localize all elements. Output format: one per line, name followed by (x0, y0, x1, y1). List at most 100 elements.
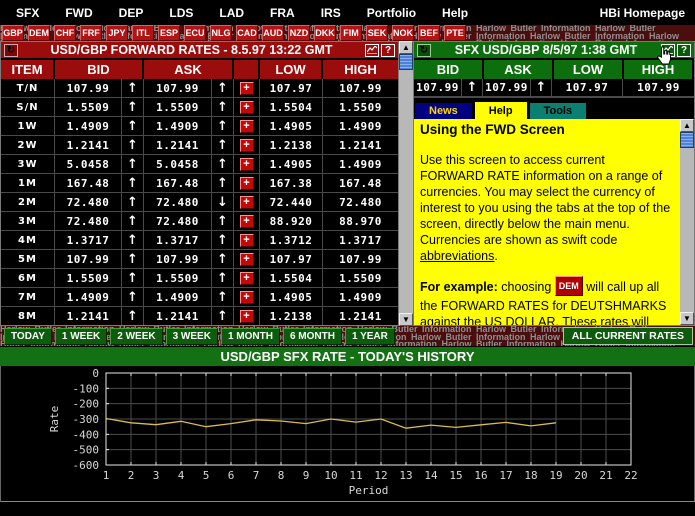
col-ask: ASK (144, 60, 234, 79)
currency-tab-dkk[interactable]: DKK (314, 25, 336, 41)
expand-plus-button[interactable]: + (240, 82, 254, 95)
scrollbar-thumb[interactable] (680, 132, 694, 148)
currency-tab-ecu[interactable]: ECU (184, 25, 206, 41)
abbreviations-link[interactable]: abbreviations (420, 249, 494, 263)
table-row-3w: 3W5.0458↑5.0458↑+1.49051.4909 (1, 155, 398, 174)
currency-tab-frf[interactable]: FRF (80, 25, 102, 41)
currency-tab-nlg[interactable]: NLG (210, 25, 232, 41)
scroll-down-icon[interactable]: ▼ (680, 312, 694, 325)
expand-plus-button[interactable]: + (240, 253, 254, 266)
ask-value: 1.3717 (144, 231, 212, 250)
bid-direction-icon: ↑ (122, 136, 144, 155)
period-button-6-month[interactable]: 6 MONTH (283, 328, 342, 345)
currency-tab-gbp[interactable]: GBP (2, 25, 24, 41)
currency-tab-nok[interactable]: NOK (392, 25, 414, 41)
high-value: 1.4909 (323, 117, 398, 136)
currency-tab-chf[interactable]: CHF (54, 25, 76, 41)
high-value: 1.5509 (323, 269, 398, 288)
hbi-homepage-link[interactable]: HBi Homepage (600, 6, 685, 20)
table-row-6m: 6M1.5509↑1.5509↑+1.55041.5509 (1, 269, 398, 288)
refresh-icon[interactable]: ↻ (417, 44, 431, 57)
expand-plus-button[interactable]: + (240, 177, 254, 190)
scroll-down-icon[interactable]: ▼ (399, 313, 413, 326)
low-value: 107.97 (260, 79, 323, 98)
forward-rates-scrollbar[interactable]: ▲ ▼ (399, 41, 413, 326)
tab-tools[interactable]: Tools (530, 103, 587, 119)
high-value: 107.99 (623, 79, 694, 97)
currency-tab-nzd[interactable]: NZD (288, 25, 310, 41)
menu-item-lad[interactable]: LAD (219, 6, 244, 20)
currency-tab-pte[interactable]: PTE (444, 25, 466, 41)
ask-value: 1.5509 (144, 269, 212, 288)
currency-tab-itl[interactable]: ITL (132, 25, 154, 41)
tab-news[interactable]: News (415, 103, 472, 119)
currency-tab-dem[interactable]: DEM (28, 25, 50, 41)
expand-cell: + (234, 250, 260, 269)
high-value: 1.5509 (323, 98, 398, 117)
currency-tab-jpy[interactable]: JPY (106, 25, 128, 41)
period-button-today[interactable]: TODAY (4, 328, 52, 345)
svg-text:22: 22 (624, 469, 637, 482)
expand-plus-button[interactable]: + (240, 272, 254, 285)
forward-rates-title-bar: ↻ USD/GBP FORWARD RATES - 8.5.97 13:22 G… (1, 42, 398, 60)
currency-tab-cad[interactable]: CAD (236, 25, 258, 41)
menu-item-sfx[interactable]: SFX (16, 6, 39, 20)
menu-item-lds[interactable]: LDS (169, 6, 193, 20)
chart-icon[interactable] (661, 44, 675, 57)
svg-text:8: 8 (278, 469, 285, 482)
expand-plus-button[interactable]: + (240, 158, 254, 171)
scrollbar-track[interactable] (399, 70, 413, 313)
item-cell: 1W (1, 117, 55, 136)
currency-tab-fim[interactable]: FIM (340, 25, 362, 41)
svg-text:11: 11 (349, 469, 362, 482)
period-button-1-year[interactable]: 1 YEAR (345, 328, 395, 345)
currency-tab-bef[interactable]: BEF (418, 25, 440, 41)
period-button-2-week[interactable]: 2 WEEK (110, 328, 162, 345)
menu-item-dep[interactable]: DEP (119, 6, 144, 20)
expand-plus-button[interactable]: + (240, 291, 254, 304)
expand-plus-button[interactable]: + (240, 234, 254, 247)
tab-help[interactable]: Help (475, 102, 527, 119)
period-button-1-week[interactable]: 1 WEEK (55, 328, 107, 345)
expand-plus-button[interactable]: + (240, 215, 254, 228)
chart-canvas: 0-100-200-300-400-500-600123456789101112… (1, 366, 694, 500)
help-paragraph-1: Use this screen to access current FORWAR… (420, 152, 672, 264)
ask-direction-icon: ↑ (212, 79, 234, 98)
help-scrollbar[interactable]: ▲ ▼ (680, 119, 694, 325)
help-icon[interactable]: ? (381, 44, 395, 57)
refresh-icon[interactable]: ↻ (4, 44, 18, 57)
scroll-up-icon[interactable]: ▲ (680, 119, 694, 132)
currency-tab-esp[interactable]: ESP (158, 25, 180, 41)
currency-tab-aud[interactable]: AUD (262, 25, 284, 41)
expand-plus-button[interactable]: + (240, 310, 254, 323)
menu-item-portfolio[interactable]: Portfolio (367, 6, 416, 20)
bid-direction-icon: ↑ (122, 98, 144, 117)
menu-item-help[interactable]: Help (442, 6, 468, 20)
menu-item-fra[interactable]: FRA (270, 6, 295, 20)
currency-tab-sek[interactable]: SEK (366, 25, 388, 41)
ask-value: 72.480 (144, 212, 212, 231)
chart-icon[interactable] (365, 44, 379, 57)
menu-item-irs[interactable]: IRS (321, 6, 341, 20)
low-value: 1.5504 (260, 269, 323, 288)
scroll-up-icon[interactable]: ▲ (399, 41, 413, 54)
forward-rates-title: USD/GBP FORWARD RATES - 8.5.97 13:22 GMT (19, 43, 364, 57)
high-value: 1.3717 (323, 231, 398, 250)
expand-plus-button[interactable]: + (240, 101, 254, 114)
all-current-rates-button[interactable]: ALL CURRENT RATES (563, 327, 693, 345)
expand-plus-button[interactable]: + (240, 120, 254, 133)
help-icon[interactable]: ? (677, 44, 691, 57)
svg-text:9: 9 (303, 469, 310, 482)
low-value: 167.38 (260, 174, 323, 193)
svg-text:20: 20 (574, 469, 587, 482)
period-button-3-week[interactable]: 3 WEEK (166, 328, 218, 345)
ask-direction-icon: ↑ (531, 79, 552, 97)
scrollbar-thumb[interactable] (399, 54, 413, 70)
expand-plus-button[interactable]: + (240, 139, 254, 152)
expand-cell: + (234, 212, 260, 231)
menu-item-fwd[interactable]: FWD (65, 6, 92, 20)
period-button-1-month[interactable]: 1 MONTH (221, 328, 280, 345)
expand-plus-button[interactable]: + (240, 196, 254, 209)
svg-text:-600: -600 (73, 459, 100, 472)
scrollbar-track[interactable] (680, 148, 694, 312)
